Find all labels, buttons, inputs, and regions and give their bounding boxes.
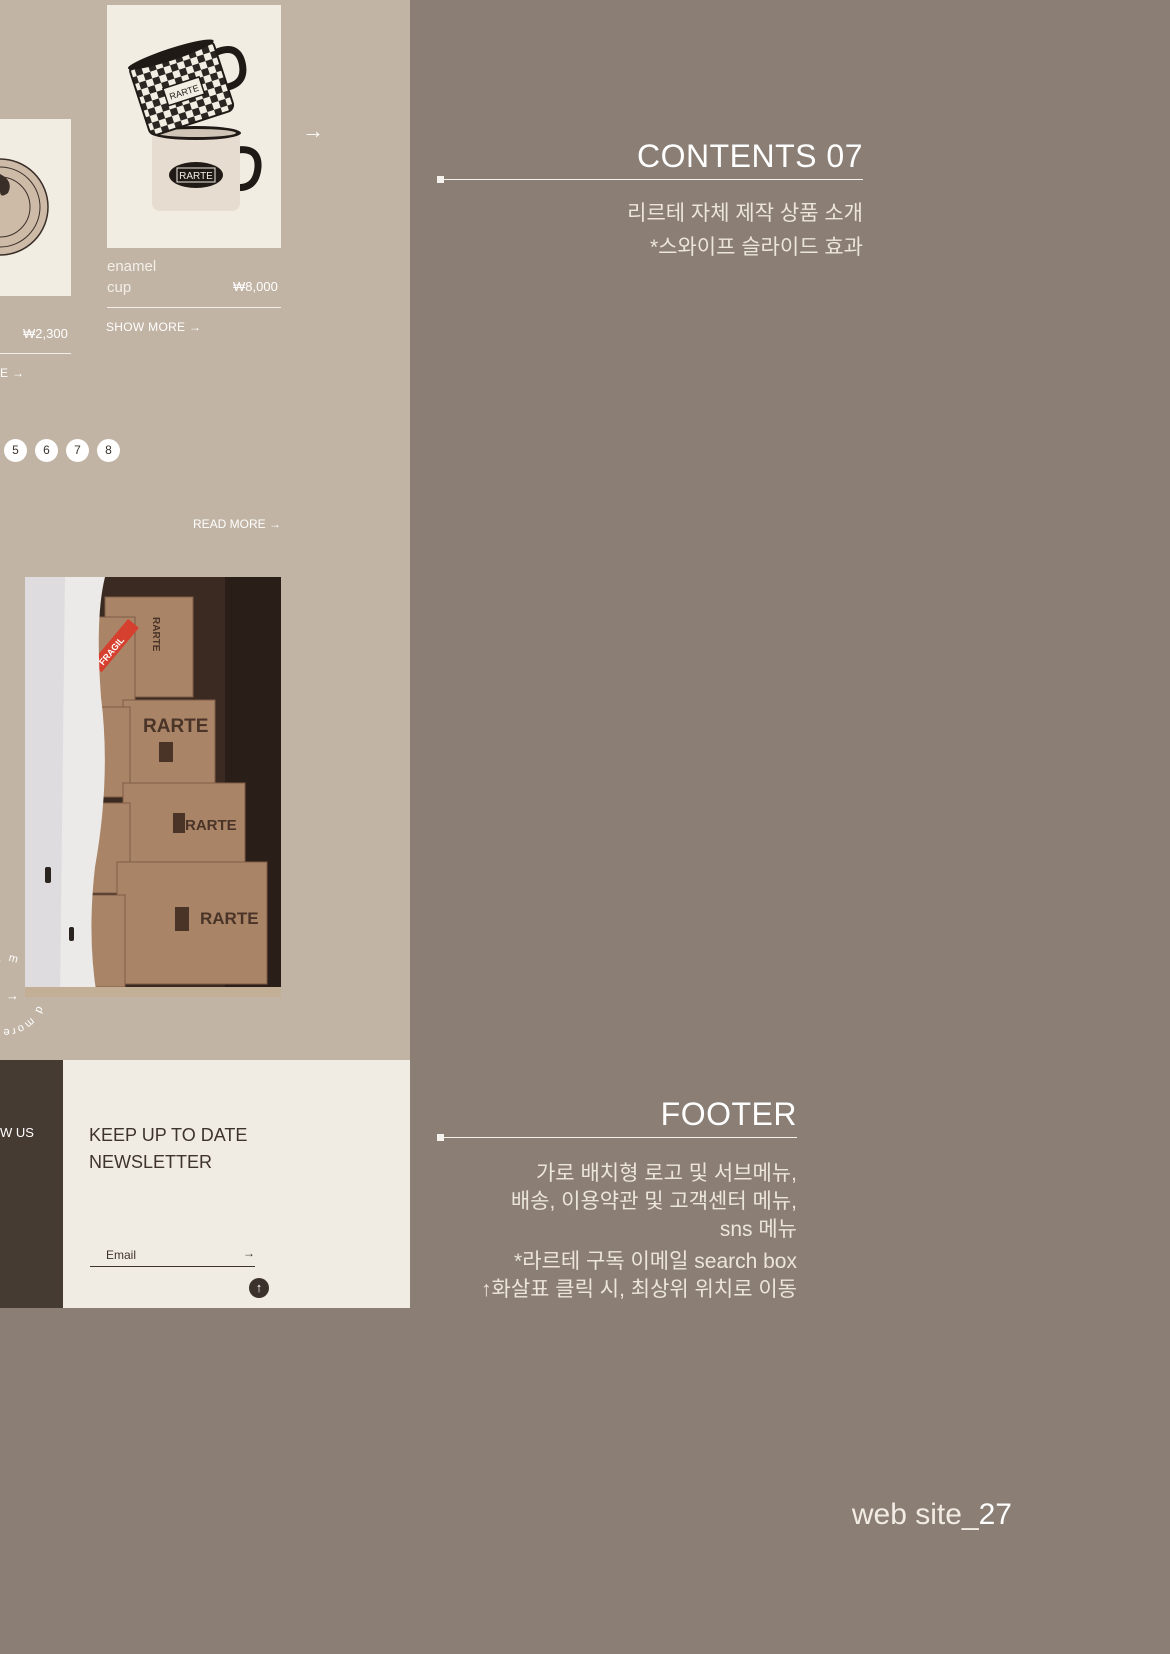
product-divider	[0, 353, 71, 354]
annotation-rule	[440, 1137, 797, 1138]
shipping-boxes-photo: RARTE RARTE RARTE RARTE FRAGIL	[25, 577, 281, 997]
product-name: enamel cup	[107, 256, 156, 298]
newsletter-heading-line: KEEP UP TO DATE	[89, 1125, 248, 1145]
read-more-circle-badge[interactable]: d more read m →	[0, 950, 50, 1040]
slider-next-arrow-icon[interactable]: →	[302, 118, 324, 144]
scroll-to-top-button[interactable]: ↑	[249, 1278, 269, 1298]
product-section: ₩2,300 E → RARTE RARTE enamel cup ₩8,000…	[0, 0, 410, 1060]
email-field[interactable]: Email →	[90, 1246, 255, 1267]
circular-text: d more read m →	[0, 952, 45, 1038]
show-more-link[interactable]: E →	[0, 366, 24, 380]
annotation-line: *라르테 구독 이메일 search box	[514, 1250, 797, 1273]
page-label: web site_27	[852, 1498, 1012, 1532]
contents-title: CONTENTS 07	[637, 138, 863, 174]
follow-us-label[interactable]: W US	[0, 1125, 34, 1140]
circle-text-top: d more	[1, 1004, 43, 1038]
annotation-line: ↑화살표 클릭 시, 최상위 위치로 이동	[481, 1278, 797, 1301]
page-label-number: 27	[978, 1498, 1012, 1531]
footer-description: 가로 배치형 로고 및 서브메뉴, 배송, 이용약관 및 고객센터 메뉴, sn…	[481, 1160, 797, 1304]
pagination-page-5[interactable]: 5	[4, 439, 27, 462]
read-more-link[interactable]: READ MORE →	[193, 517, 281, 531]
email-submit-arrow-icon[interactable]: →	[243, 1246, 255, 1260]
boxes-illustration: RARTE RARTE RARTE RARTE FRAGIL	[25, 577, 281, 997]
product-price: ₩8,000	[233, 279, 278, 294]
enamel-cup-illustration: RARTE RARTE	[127, 39, 262, 211]
product-name-line: enamel	[107, 258, 157, 275]
product-name-line: cup	[107, 279, 132, 296]
circle-arrow-icon: →	[6, 988, 19, 1003]
cup-brand: RARTE	[179, 171, 213, 182]
plate-illustration	[0, 158, 49, 256]
annotation-line: 리르테 자체 제작 상품 소개	[627, 202, 863, 225]
product-divider	[107, 307, 281, 308]
box-brand: RARTE	[143, 716, 208, 737]
box-brand: RARTE	[200, 909, 259, 928]
show-more-link[interactable]: SHOW MORE →	[106, 320, 201, 334]
product-price: ₩2,300	[23, 326, 68, 341]
newsletter-heading: KEEP UP TO DATE NEWSLETTER	[89, 1122, 247, 1176]
circle-text-bottom: read m	[0, 952, 19, 977]
email-placeholder: Email	[106, 1248, 137, 1262]
product-card-image[interactable]: RARTE RARTE	[107, 5, 281, 248]
footer-title: FOOTER	[660, 1096, 797, 1132]
footer-follow-panel: W US	[0, 1060, 63, 1308]
box-brand: RARTE	[185, 817, 237, 834]
box-brand: RARTE	[150, 617, 161, 652]
annotation-line: sns 메뉴	[719, 1218, 797, 1241]
annotation-line: *스와이프 슬라이드 효과	[649, 236, 863, 259]
arrow-up-icon: ↑	[255, 1280, 263, 1295]
newsletter-heading-line: NEWSLETTER	[89, 1152, 213, 1172]
pagination-page-7[interactable]: 7	[66, 439, 89, 462]
svg-text:d more: d more	[1, 1004, 45, 1038]
svg-text:read m: read m	[0, 952, 21, 977]
page-label-prefix: web site_	[851, 1498, 979, 1531]
annotation-line: 가로 배치형 로고 및 서브메뉴,	[535, 1162, 797, 1185]
product-card-image[interactable]	[0, 119, 71, 296]
pagination-page-8[interactable]: 8	[97, 439, 120, 462]
annotation-rule	[440, 179, 863, 180]
annotation-line: 배송, 이용약관 및 고객센터 메뉴,	[510, 1190, 797, 1213]
pagination-page-6[interactable]: 6	[35, 439, 58, 462]
footer-newsletter-panel: KEEP UP TO DATE NEWSLETTER Email → ↑	[63, 1060, 410, 1308]
contents-description: 리르테 자체 제작 상품 소개 *스와이프 슬라이드 효과	[627, 200, 863, 262]
